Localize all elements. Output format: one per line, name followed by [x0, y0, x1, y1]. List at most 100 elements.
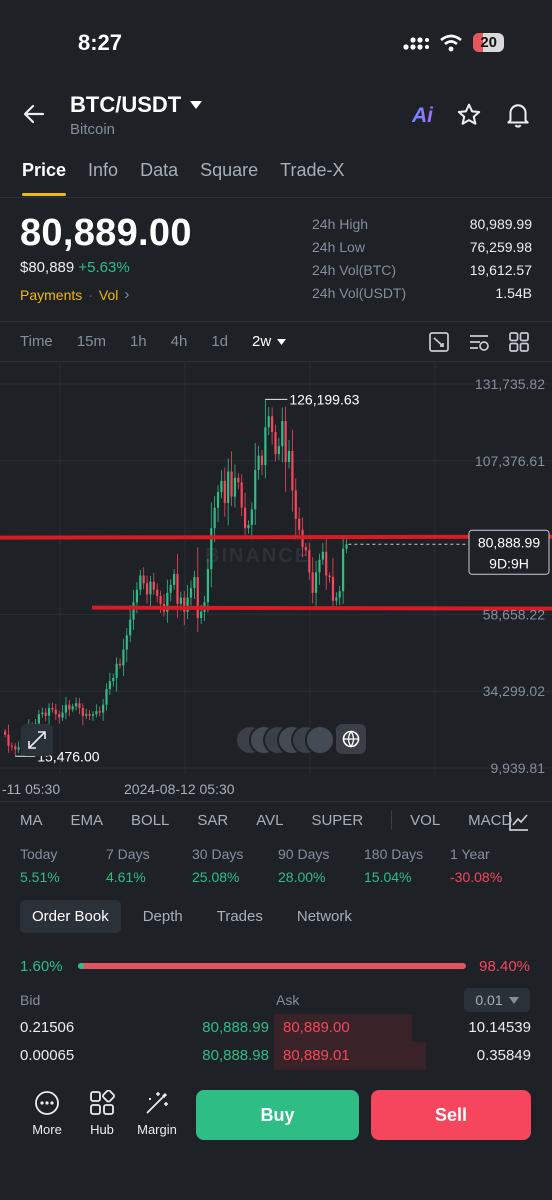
tab-order-book[interactable]: Order Book	[20, 900, 121, 933]
candle-body	[294, 490, 297, 519]
buy-button[interactable]: Buy	[196, 1090, 359, 1140]
orderbook-row[interactable]: 0.00065 80,888.98 80,889.01 0.35849	[0, 1042, 552, 1070]
vol-label: Vol	[98, 286, 119, 303]
interval-time[interactable]: Time	[20, 333, 53, 350]
candle-body	[308, 550, 311, 573]
candle-body	[267, 416, 270, 428]
community-avatars[interactable]	[235, 725, 335, 755]
grid-layout-icon[interactable]	[508, 331, 530, 353]
chart-draw-icon[interactable]	[428, 331, 450, 353]
candle-body	[58, 714, 61, 718]
status-icons: 20	[403, 33, 504, 52]
candle-body	[102, 704, 105, 713]
candle-body	[37, 714, 40, 724]
candle-body	[331, 577, 335, 601]
candle-body	[287, 450, 291, 462]
candle-body	[125, 635, 128, 650]
indicator-macd[interactable]: MACD	[468, 812, 512, 829]
interval-1d[interactable]: 1d	[211, 333, 228, 350]
indicator-super[interactable]: SUPER	[311, 812, 363, 829]
candle-body	[220, 480, 223, 492]
y-axis-label: 107,376.61	[475, 453, 545, 469]
wifi-icon	[440, 34, 463, 51]
candle-body	[200, 611, 203, 619]
indicator-ma[interactable]: MA	[20, 812, 43, 829]
payments-vol-link[interactable]: Payments · Vol ›	[20, 286, 129, 303]
candle-body	[91, 714, 95, 716]
caret-down-icon	[508, 996, 519, 1004]
chevron-right-icon: ›	[124, 286, 130, 303]
chart-watermark: BINANCE	[205, 545, 310, 567]
ask-header: Ask	[276, 992, 300, 1008]
candle-body	[345, 544, 348, 549]
candle-body	[139, 575, 142, 590]
candle-body	[41, 712, 44, 715]
back-arrow-icon[interactable]	[22, 102, 46, 126]
perf-90d: 90 Days 28.00%	[278, 846, 330, 885]
star-icon[interactable]	[456, 102, 482, 128]
bell-icon[interactable]	[505, 101, 531, 129]
expand-chart-button[interactable]	[21, 724, 53, 756]
margin-button[interactable]: Margin	[132, 1090, 182, 1137]
more-button[interactable]: More	[22, 1090, 72, 1137]
stat-row: 24h High 80,989.99	[312, 216, 532, 232]
candle-body	[342, 548, 345, 592]
tab-price[interactable]: Price	[22, 160, 67, 196]
candle-body	[115, 663, 118, 678]
candle-body	[223, 480, 226, 503]
interval-1h[interactable]: 1h	[130, 333, 147, 350]
signal-icon	[403, 36, 430, 50]
chart-settings-icon[interactable]	[468, 331, 490, 353]
y-axis-label: 34,299.02	[483, 683, 545, 699]
globe-button[interactable]	[336, 724, 366, 754]
sell-ratio: 98.40%	[479, 958, 530, 975]
candle-body	[254, 469, 257, 510]
candle-body	[206, 569, 209, 603]
indicator-settings-icon[interactable]	[508, 810, 530, 832]
tab-depth[interactable]: Depth	[131, 900, 195, 933]
tab-trade-x[interactable]: Trade-X	[280, 160, 344, 181]
candle-body	[250, 509, 253, 526]
ai-icon[interactable]: Ai	[412, 104, 433, 128]
main-tabs: Price Info Data Square Trade-X	[22, 160, 345, 196]
indicator-vol[interactable]: VOL	[410, 812, 440, 829]
tab-info[interactable]: Info	[88, 160, 118, 181]
interval-15m[interactable]: 15m	[77, 333, 106, 350]
orderbook-row[interactable]: 0.21506 80,888.99 80,889.00 10.14539	[0, 1014, 552, 1042]
status-time: 8:27	[78, 30, 123, 55]
candle-body	[193, 577, 196, 589]
indicator-ema[interactable]: EMA	[71, 812, 104, 829]
indicator-sar[interactable]: SAR	[197, 812, 228, 829]
candle-body	[318, 559, 321, 573]
precision-select[interactable]: 0.01	[464, 988, 530, 1012]
candle-body	[196, 577, 199, 619]
x-axis-label: -11 05:30	[2, 781, 60, 797]
interval-4h[interactable]: 4h	[171, 333, 188, 350]
caret-down-icon	[277, 338, 287, 345]
candle-body	[142, 575, 145, 584]
candle-body	[64, 704, 68, 713]
hub-button[interactable]: Hub	[77, 1090, 127, 1137]
last-price-tag: 80,888.99 9D:9H	[468, 529, 550, 575]
perf-1y: 1 Year -30.08%	[450, 846, 503, 885]
candle-body	[7, 734, 10, 746]
bid-header: Bid	[20, 992, 41, 1008]
tab-data[interactable]: Data	[140, 160, 178, 181]
candle-body	[179, 597, 182, 604]
tab-trades[interactable]: Trades	[205, 900, 275, 933]
interval-2w[interactable]: 2w	[252, 333, 287, 350]
sell-button[interactable]: Sell	[371, 1090, 531, 1140]
battery-indicator: 20	[473, 33, 504, 52]
pair-selector[interactable]: BTC/USDT	[70, 92, 203, 118]
perf-180d: 180 Days 15.04%	[364, 846, 424, 885]
candle-body	[51, 707, 54, 710]
candle-body	[112, 677, 115, 682]
tab-square[interactable]: Square	[200, 160, 258, 181]
indicator-avl[interactable]: AVL	[256, 812, 283, 829]
candle-body	[169, 584, 172, 593]
price-chart[interactable]: BINANCE 131,735.82107,376.6183,017.4158,…	[0, 362, 552, 802]
tab-network[interactable]: Network	[285, 900, 364, 933]
candle-body	[213, 507, 216, 529]
indicator-boll[interactable]: BOLL	[131, 812, 169, 829]
candle-body	[122, 649, 125, 666]
